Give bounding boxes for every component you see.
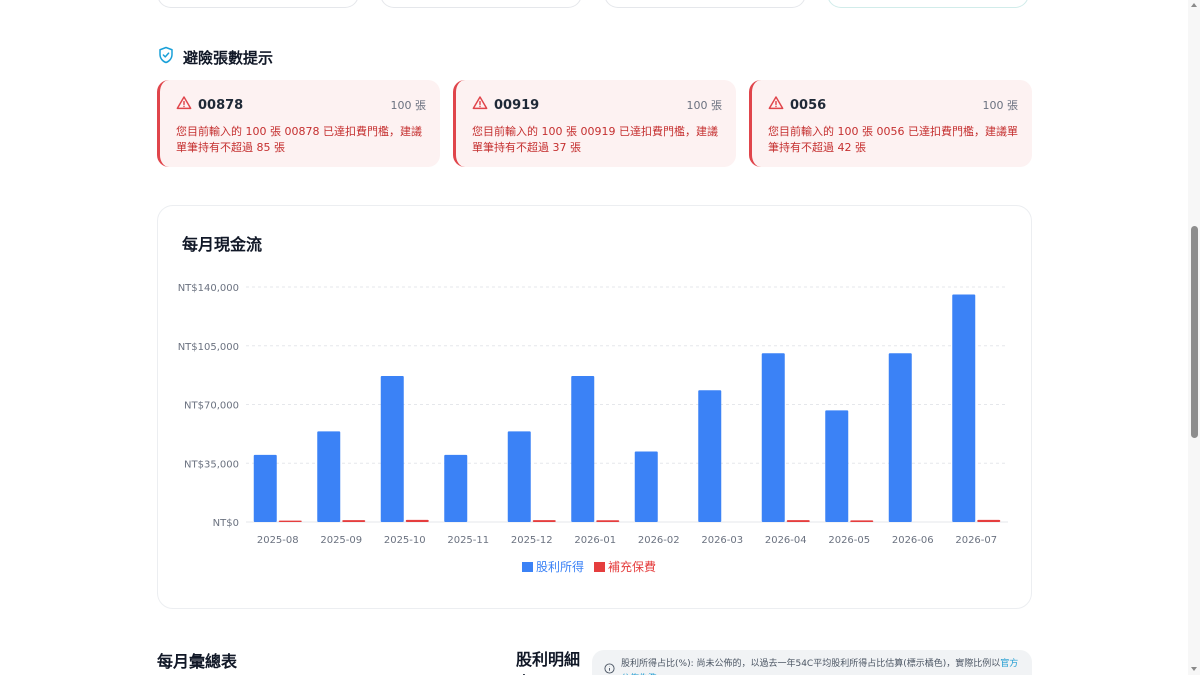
summary-card xyxy=(380,0,582,8)
bar-dividend-income xyxy=(507,431,531,522)
bar-dividend-income xyxy=(698,390,722,522)
monthly-summary-title: 每月彙總表 xyxy=(157,652,238,671)
bar-supplementary-premium xyxy=(342,520,366,522)
x-tick-label: 2025-12 xyxy=(511,535,553,546)
cashflow-bar-chart: NT$0 NT$35,000 NT$70,000 NT$105,000 NT$140,0… xyxy=(178,283,1008,574)
scroll-down-icon[interactable] xyxy=(1191,667,1197,671)
warning-message: 您目前輸入的 100 張 0056 已達扣費門檻，建議單筆持有不超過 42 張 xyxy=(768,125,1018,154)
x-tick-label: 2025-09 xyxy=(320,535,362,546)
x-tick-label: 2026-06 xyxy=(892,535,934,546)
bar-supplementary-premium xyxy=(532,520,556,522)
warning-message: 您目前輸入的 100 張 00878 已達扣費門檻，建議單筆持有不超過 85 張 xyxy=(176,125,422,154)
x-tick-label: 2025-10 xyxy=(384,535,426,546)
legend-label: 股利所得 xyxy=(536,559,584,574)
summary-card xyxy=(157,0,359,8)
bar-dividend-income xyxy=(253,454,277,522)
summary-card xyxy=(827,0,1029,8)
alert-triangle-icon xyxy=(472,95,488,115)
bar-supplementary-premium xyxy=(278,520,302,522)
bar-dividend-income xyxy=(571,375,595,522)
summary-card xyxy=(604,0,806,8)
bar-supplementary-premium xyxy=(786,520,810,522)
legend-label: 補充保費 xyxy=(608,559,656,574)
warning-quantity: 100 張 xyxy=(686,99,723,112)
bar-dividend-income xyxy=(888,353,912,522)
warning-card-00878: 00878 100 張 您目前輸入的 100 張 00878 已達扣費門檻，建議… xyxy=(157,80,440,167)
bar-supplementary-premium xyxy=(850,520,874,522)
alert-triangle-icon xyxy=(768,95,784,115)
warning-code: 0056 xyxy=(790,97,827,113)
bar-dividend-income xyxy=(317,431,341,522)
warning-message: 您目前輸入的 100 張 00919 已達扣費門檻，建議單筆持有不超過 37 張 xyxy=(472,125,718,154)
warning-quantity: 100 張 xyxy=(390,99,427,112)
risk-section-title: 避險張數提示 xyxy=(183,48,274,67)
x-tick-label: 2026-01 xyxy=(574,535,616,546)
x-tick-label: 2026-02 xyxy=(638,535,680,546)
bar-dividend-income xyxy=(444,454,468,522)
bar-dividend-income xyxy=(761,353,785,522)
scroll-thumb[interactable] xyxy=(1191,226,1198,438)
legend-swatch xyxy=(522,562,533,572)
warning-card-00919: 00919 100 張 您目前輸入的 100 張 00919 已達扣費門檻，建議… xyxy=(453,80,736,167)
y-tick-label: NT$35,000 xyxy=(184,459,239,470)
monthly-cashflow-card: 每月現金流 NT$0 NT$35,000 NT$70,000 NT$105,000 NT… xyxy=(157,205,1032,609)
bar-supplementary-premium xyxy=(596,520,620,522)
legend-swatch xyxy=(594,562,605,572)
bar-dividend-income xyxy=(952,294,976,522)
warning-code: 00919 xyxy=(494,97,540,113)
warning-code: 00878 xyxy=(198,97,244,113)
dividend-note: 股利所得占比(%): 尚未公佈的，以過去一年54C平均股利所得占比估算(標示橘色… xyxy=(592,650,1032,675)
x-tick-label: 2026-07 xyxy=(955,535,997,546)
x-tick-label: 2026-04 xyxy=(765,535,807,546)
y-tick-label: NT$70,000 xyxy=(184,401,239,412)
dividend-note-text: 股利所得占比(%): 尚未公佈的，以過去一年54C平均股利所得占比估算(標示橘色… xyxy=(621,657,1022,675)
warning-quantity: 100 張 xyxy=(982,99,1019,112)
x-tick-label: 2025-11 xyxy=(447,535,489,546)
bar-supplementary-premium xyxy=(405,519,429,522)
risk-section-header: 避險張數提示 xyxy=(157,46,273,68)
shield-check-icon xyxy=(157,46,175,68)
x-tick-label: 2026-03 xyxy=(701,535,743,546)
page-scrollbar[interactable] xyxy=(1188,0,1200,675)
x-tick-label: 2025-08 xyxy=(257,535,299,546)
y-tick-label: NT$140,000 xyxy=(178,283,239,294)
bar-dividend-income xyxy=(825,410,849,522)
x-tick-label: 2026-05 xyxy=(828,535,870,546)
info-icon xyxy=(604,659,615,675)
bar-dividend-income xyxy=(634,451,658,522)
y-tick-label: NT$105,000 xyxy=(178,342,239,353)
dividend-detail-title: 股利明細表 xyxy=(516,650,581,675)
alert-triangle-icon xyxy=(176,95,192,115)
y-tick-label: NT$0 xyxy=(213,518,239,529)
bar-dividend-income xyxy=(380,375,404,522)
note-text: 股利所得占比(%): 尚未公佈的，以過去一年54C平均股利所得占比估算(標示橘色… xyxy=(621,659,1001,669)
bar-supplementary-premium xyxy=(977,519,1001,522)
scroll-up-icon[interactable] xyxy=(1191,3,1197,7)
warning-card-0056: 0056 100 張 您目前輸入的 100 張 0056 已達扣費門檻，建議單筆… xyxy=(749,80,1032,167)
